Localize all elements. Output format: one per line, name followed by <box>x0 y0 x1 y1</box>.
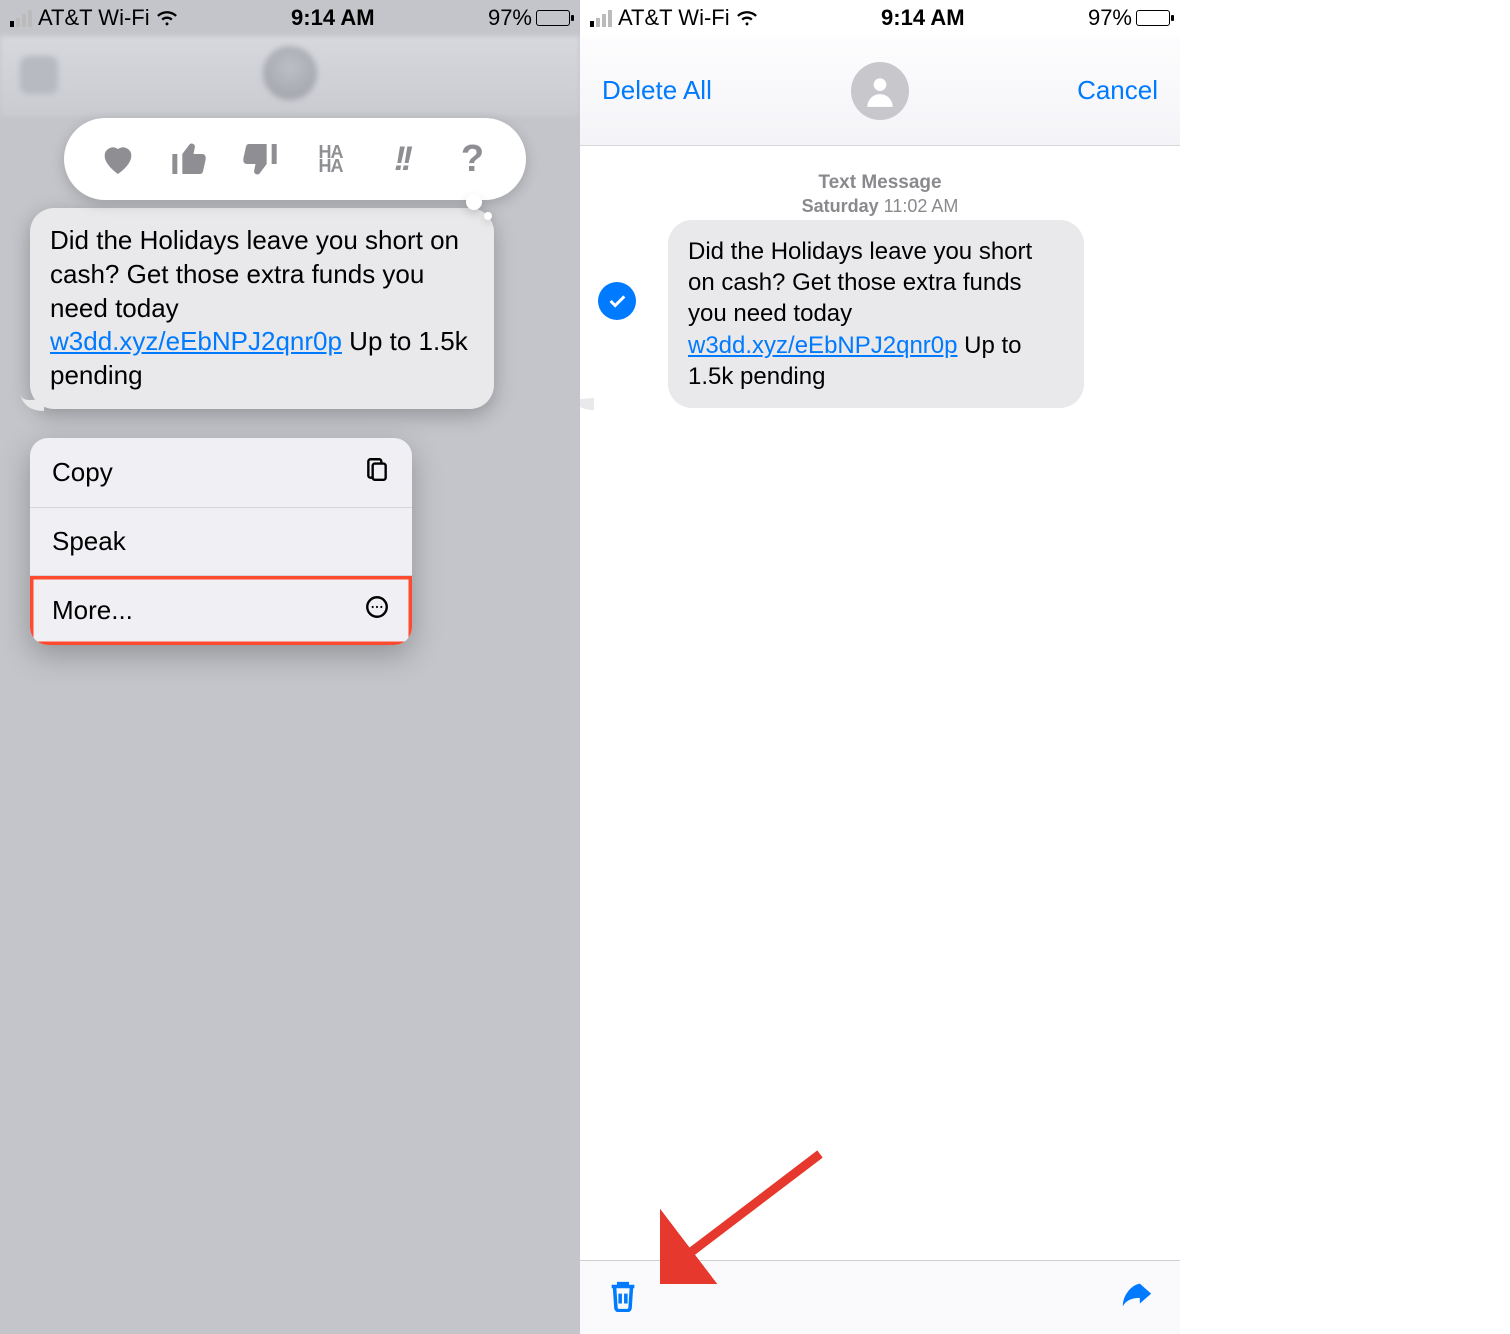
cancel-button[interactable]: Cancel <box>1077 75 1158 106</box>
forward-button[interactable] <box>1120 1278 1154 1317</box>
battery-indicator: 97% <box>1088 5 1170 31</box>
delete-all-button[interactable]: Delete All <box>602 75 712 106</box>
battery-indicator: 97% <box>488 5 570 31</box>
message-type-label: Text Message <box>580 172 1180 194</box>
wifi-icon <box>156 7 178 29</box>
tapback-haha-icon[interactable]: HAHA <box>310 138 352 180</box>
battery-icon <box>1136 10 1170 26</box>
selectable-message-row: Did the Holidays leave you short on cash… <box>580 220 1180 408</box>
right-screenshot: AT&T Wi-Fi 9:14 AM 97% Delete All Cancel… <box>580 0 1180 1334</box>
context-copy-item[interactable]: Copy <box>30 438 412 508</box>
message-select-checkbox[interactable] <box>598 282 636 320</box>
status-bar: AT&T Wi-Fi 9:14 AM 97% <box>580 0 1180 36</box>
message-time: 11:02 AM <box>884 196 959 216</box>
context-more-label: More... <box>52 595 133 626</box>
tapback-thumbs-down-icon[interactable] <box>239 138 281 180</box>
message-bubble[interactable]: Did the Holidays leave you short on cash… <box>668 220 1084 408</box>
carrier-label: AT&T Wi-Fi <box>38 5 150 31</box>
context-speak-label: Speak <box>52 526 126 557</box>
more-ellipsis-icon <box>364 594 390 627</box>
context-copy-label: Copy <box>52 457 113 488</box>
message-text-part1: Did the Holidays leave you short on cash… <box>688 238 1032 327</box>
context-more-item[interactable]: More... <box>30 576 412 645</box>
context-menu: Copy Speak More... <box>30 438 412 645</box>
message-bubble[interactable]: Did the Holidays leave you short on cash… <box>30 208 494 409</box>
message-timestamp: Text Message Saturday 11:02 AM <box>580 172 1180 217</box>
copy-icon <box>364 456 390 489</box>
battery-icon <box>536 10 570 26</box>
back-button-blurred <box>20 56 58 94</box>
signal-icon <box>10 9 32 27</box>
signal-icon <box>590 9 612 27</box>
tapback-question-icon[interactable]: ? <box>452 138 494 180</box>
battery-pct: 97% <box>1088 5 1132 31</box>
message-link[interactable]: w3dd.xyz/eEbNPJ2qnr0p <box>50 326 342 356</box>
wifi-icon <box>736 7 758 29</box>
tapback-reactions-bar: HAHA !! ? <box>64 118 526 200</box>
context-speak-item[interactable]: Speak <box>30 508 412 576</box>
contact-avatar[interactable] <box>851 62 909 120</box>
clock: 9:14 AM <box>291 5 375 31</box>
message-text-part1: Did the Holidays leave you short on cash… <box>50 225 459 323</box>
left-screenshot: AT&T Wi-Fi 9:14 AM 97% <box>0 0 580 1334</box>
clock: 9:14 AM <box>881 5 965 31</box>
trash-button[interactable] <box>606 1278 640 1317</box>
contact-avatar-blurred <box>263 46 317 100</box>
tapback-exclaim-icon[interactable]: !! <box>381 138 423 180</box>
tapback-heart-icon[interactable] <box>97 138 139 180</box>
blurred-nav-header <box>0 36 580 116</box>
tapback-thumbs-up-icon[interactable] <box>168 138 210 180</box>
bottom-toolbar <box>580 1260 1180 1334</box>
battery-pct: 97% <box>488 5 532 31</box>
edit-mode-navbar: Delete All Cancel <box>580 36 1180 146</box>
status-bar: AT&T Wi-Fi 9:14 AM 97% <box>0 0 580 36</box>
carrier-label: AT&T Wi-Fi <box>618 5 730 31</box>
message-link[interactable]: w3dd.xyz/eEbNPJ2qnr0p <box>688 332 957 359</box>
message-day: Saturday <box>802 196 879 216</box>
